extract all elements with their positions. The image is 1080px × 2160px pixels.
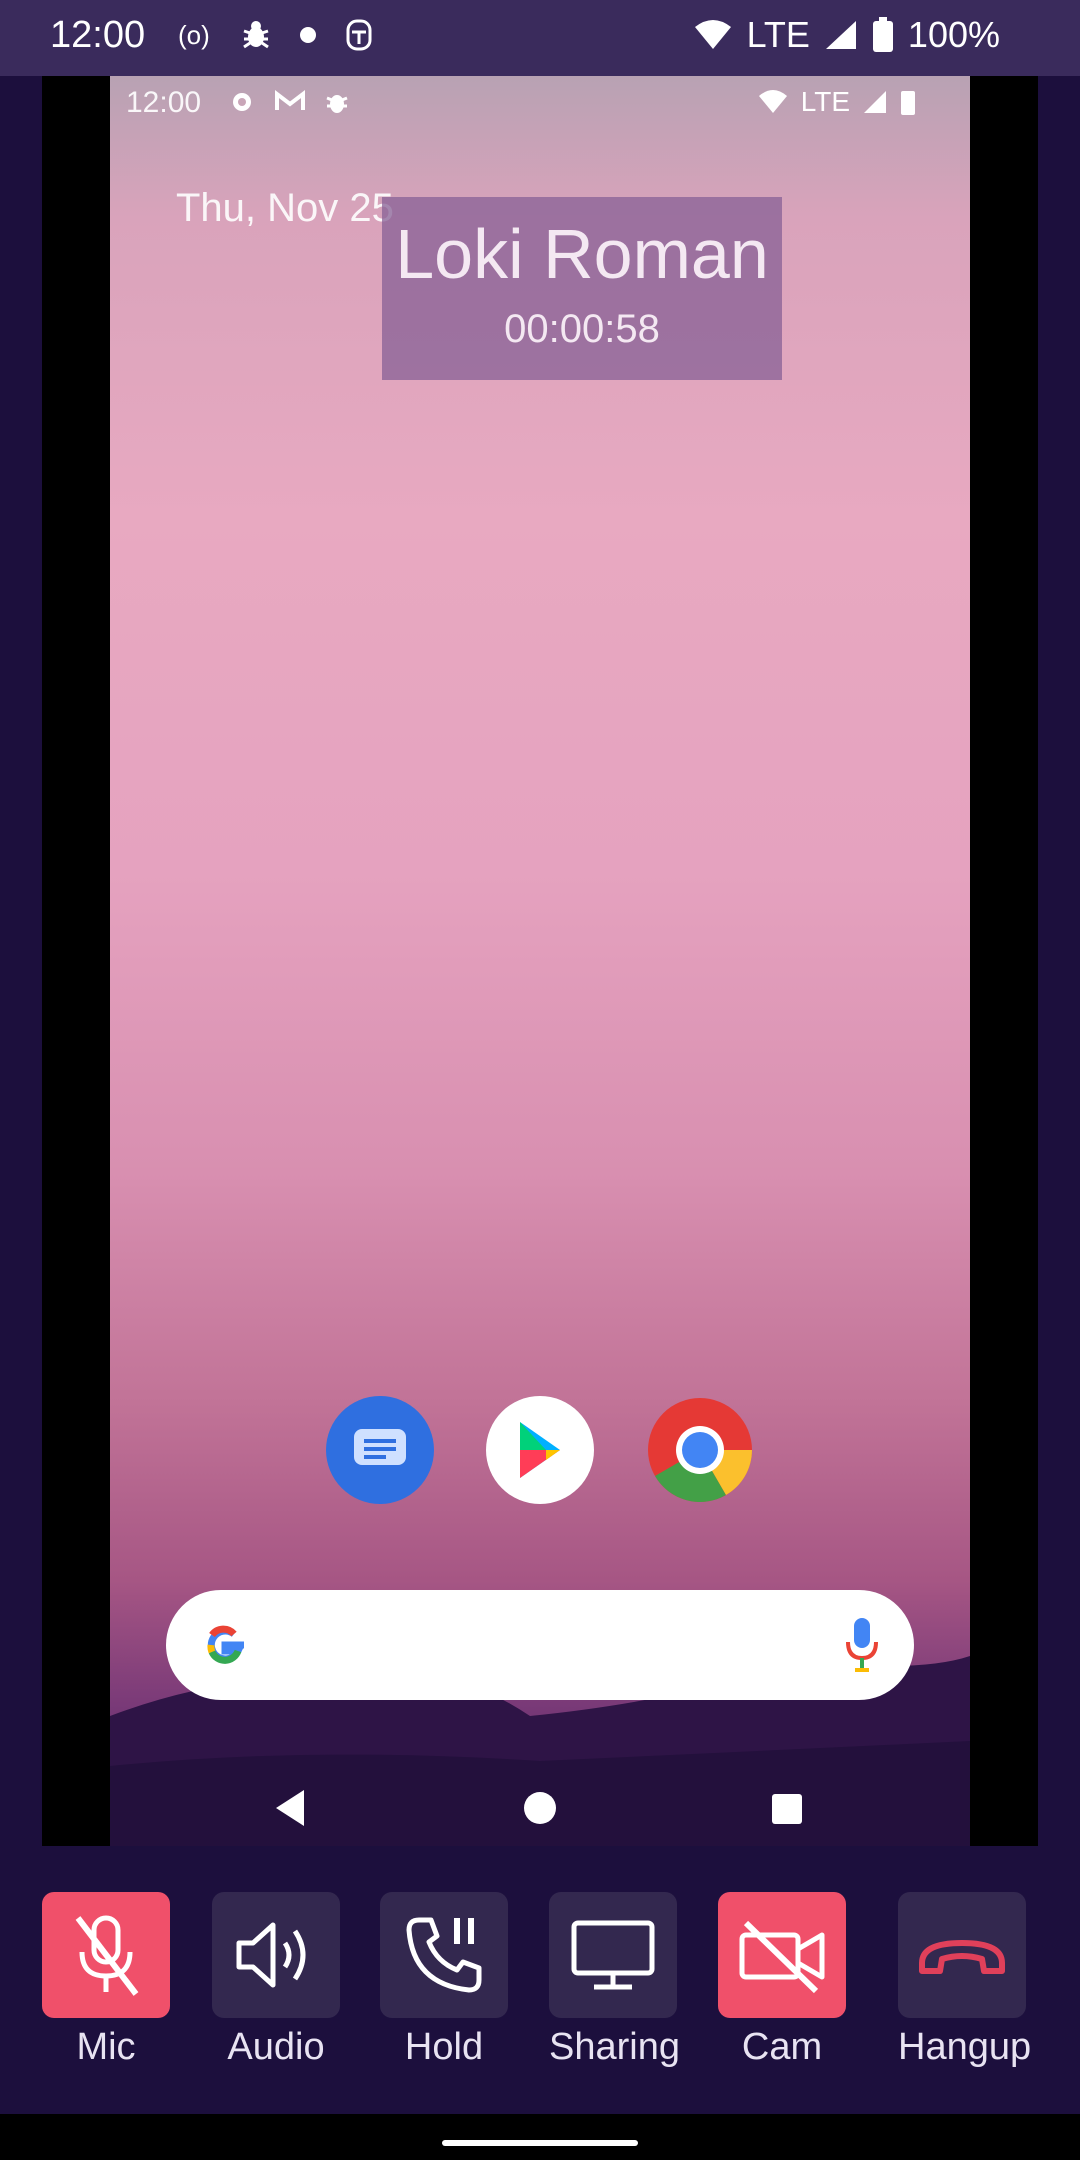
battery-percent: 100% — [907, 14, 1000, 55]
gmail-icon — [275, 89, 305, 110]
gesture-bar-area — [0, 2114, 1080, 2160]
chrome-icon[interactable] — [646, 1396, 754, 1504]
cam-control: Cam — [718, 1892, 846, 2069]
call-duration: 00:00:58 — [504, 307, 660, 351]
google-logo-icon — [207, 1625, 244, 1664]
radio-icon: (o) — [178, 20, 210, 50]
caller-overlay: Loki Roman 00:00:58 — [382, 197, 782, 380]
caller-name: Loki Roman — [395, 215, 769, 293]
messages-icon[interactable] — [326, 1396, 434, 1504]
monitor-icon — [571, 1920, 655, 1990]
mic-off-icon — [75, 1915, 139, 1996]
wifi-icon — [758, 90, 787, 113]
remote-date: Thu, Nov 25 — [176, 186, 394, 230]
hangup-label: Hangup — [898, 2026, 1032, 2068]
sharing-control: Sharing — [549, 1892, 680, 2069]
audio-label: Audio — [227, 2026, 325, 2068]
mic-control: Mic — [42, 1892, 170, 2069]
battery-icon — [901, 91, 915, 115]
settings-icon — [233, 93, 251, 111]
play-store-icon[interactable] — [486, 1396, 594, 1504]
sharing-button[interactable] — [549, 1892, 677, 2018]
bug-icon — [326, 95, 348, 113]
bug-icon — [243, 21, 269, 49]
network-type: LTE — [746, 14, 810, 55]
status-bar: 12:00 (o) LTE 100% — [0, 0, 1080, 76]
battery-icon — [872, 17, 893, 52]
mic-label: Mic — [76, 2026, 136, 2068]
hangup-control: Hangup — [898, 1892, 1031, 2069]
accessibility-icon — [346, 19, 372, 51]
shared-screen-view[interactable]: 12:00 LTE Thu, Nov 25 Loki Roman 00:00:5… — [42, 76, 1038, 1846]
mic-icon[interactable] — [844, 1616, 880, 1674]
signal-icon — [825, 21, 856, 49]
svg-text:(o): (o) — [178, 20, 210, 50]
hold-button[interactable] — [380, 1892, 508, 2018]
recents-icon[interactable] — [770, 1792, 804, 1826]
wifi-icon — [694, 20, 731, 49]
signal-icon — [864, 91, 886, 113]
cam-label: Cam — [741, 2026, 823, 2068]
hold-label: Hold — [404, 2026, 484, 2068]
hold-control: Hold — [380, 1892, 508, 2069]
remote-network: LTE — [800, 86, 850, 117]
cam-button[interactable] — [718, 1892, 846, 2018]
audio-button[interactable] — [212, 1892, 340, 2018]
audio-control: Audio — [212, 1892, 340, 2069]
hangup-button[interactable] — [898, 1892, 1026, 2018]
app-dock — [110, 1396, 970, 1504]
call-controls: Mic Audio Hold Sharing Cam Hangup — [0, 1892, 1080, 2102]
remote-time: 12:00 — [126, 86, 202, 119]
remote-status-bar: 12:00 LTE — [110, 76, 970, 132]
back-icon[interactable] — [270, 1786, 310, 1830]
home-icon[interactable] — [522, 1790, 558, 1826]
google-search-bar[interactable] — [166, 1590, 914, 1700]
home-indicator[interactable] — [442, 2140, 638, 2146]
camera-off-icon — [739, 1920, 825, 1994]
remote-nav-bar — [110, 1776, 970, 1846]
dot-icon — [300, 27, 316, 43]
speaker-icon — [236, 1922, 306, 1988]
hangup-icon — [919, 1940, 1005, 1974]
sharing-label: Sharing — [549, 2026, 680, 2068]
status-time: 12:00 — [50, 14, 146, 56]
mic-button[interactable] — [42, 1892, 170, 2018]
phone-pause-icon — [406, 1917, 482, 1993]
